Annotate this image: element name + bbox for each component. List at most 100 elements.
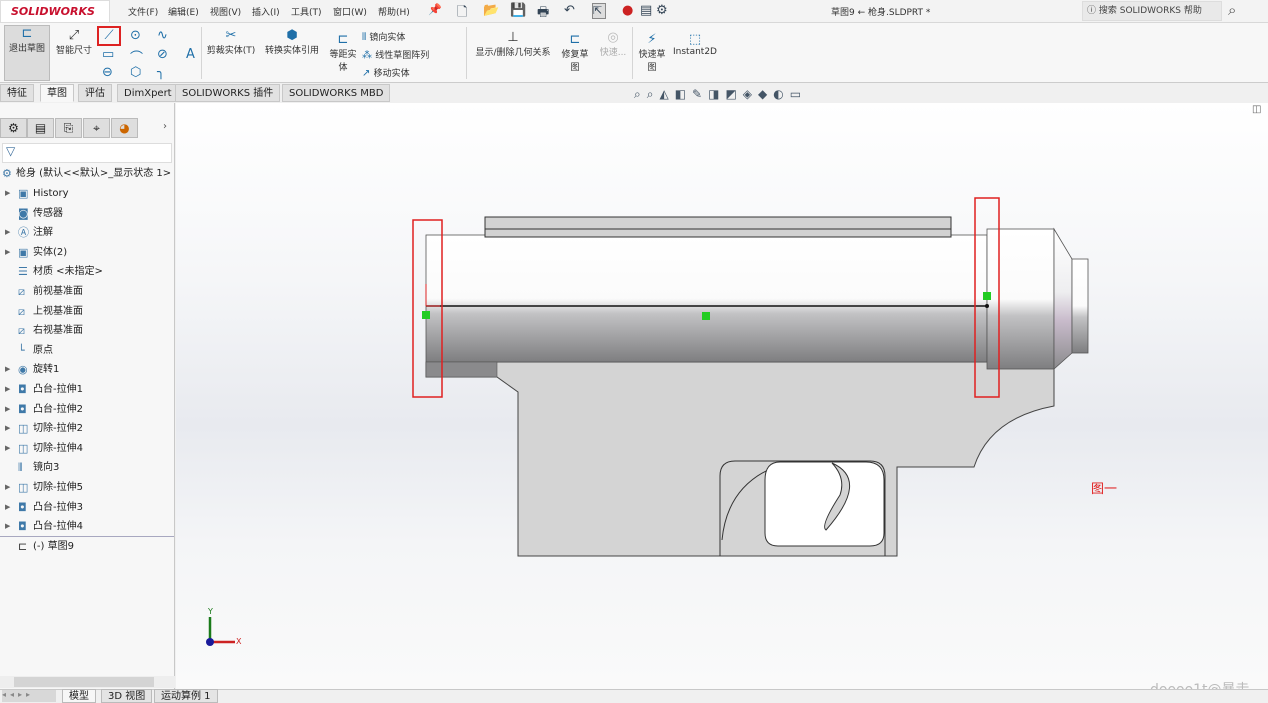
tree-item[interactable]: ▶ ▣ 实体(2) (0, 243, 175, 262)
tree-item[interactable]: ▶ ◫ 切除-拉伸5 (0, 478, 175, 497)
offset-entities-button[interactable]: ⊏ 等距实体 (328, 32, 358, 73)
tree-item[interactable]: ▶ ◉ 旋转1 (0, 360, 175, 379)
configuration-manager-tab-icon[interactable]: ⎘ (55, 118, 82, 138)
panel-expand-icon[interactable]: › (163, 121, 167, 132)
mirror-entities-button[interactable]: ⫴ 镜向实体 (362, 30, 405, 43)
undo-icon[interactable]: ↶ (564, 3, 575, 18)
menu-view[interactable]: 视图(V) (210, 5, 241, 18)
zoom-area-icon[interactable]: ⌕ (647, 87, 660, 101)
expand-arrow-icon[interactable]: ▶ (5, 478, 10, 497)
tree-filter-input[interactable]: ▽ (2, 143, 172, 163)
text-tool-icon[interactable]: A (186, 47, 195, 62)
tree-item[interactable]: ▶ Ⓐ 注解 (0, 223, 175, 242)
feature-manager-tab-icon[interactable]: ⚙ (0, 118, 27, 138)
repair-sketch-button[interactable]: ⊏ 修复草图 (559, 32, 591, 73)
move-entities-button[interactable]: ↗ 移动实体 (362, 66, 410, 79)
view-settings-icon[interactable]: ▭ (790, 87, 807, 101)
slot-tool-icon[interactable]: ⊖ (102, 65, 113, 80)
expand-arrow-icon[interactable]: ▶ (5, 419, 10, 438)
tree-item[interactable]: ▶ ◘ 凸台-拉伸1 (0, 380, 175, 399)
expand-arrow-icon[interactable]: ▶ (5, 517, 10, 536)
exit-sketch-button[interactable]: ⊏ 退出草图 (4, 25, 50, 81)
tab-3d-view[interactable]: 3D 视图 (101, 689, 153, 703)
quick-snaps-button[interactable]: ◎ 快速... (597, 30, 629, 58)
tab-model[interactable]: 模型 (62, 689, 96, 703)
menu-tools[interactable]: 工具(T) (291, 5, 322, 18)
smart-dimension-button[interactable]: ⤢ 智能尺寸 (52, 28, 96, 56)
expand-arrow-icon[interactable]: ▶ (5, 360, 10, 379)
convert-entities-button[interactable]: ⬢ 转换实体引用 (262, 28, 322, 56)
hide-show-icon[interactable]: ◈ (743, 87, 758, 101)
tree-item[interactable]: └ 原点 (0, 341, 175, 360)
tab-dimxpert[interactable]: DimXpert (117, 84, 179, 102)
display-delete-relations-button[interactable]: ⊥ 显示/删除几何关系 (470, 30, 556, 58)
pin-icon[interactable]: 📌 (428, 3, 442, 16)
ellipse-tool-icon[interactable]: ⊘ (157, 47, 168, 62)
display-manager-tab-icon[interactable]: ◕ (111, 118, 138, 138)
new-file-icon[interactable]: 🗋 (457, 3, 467, 25)
tree-item[interactable]: ☰ 材质 <未指定> (0, 262, 175, 281)
appearance-icon[interactable]: ◆ (758, 87, 773, 101)
restore-panel-icon[interactable]: ◫ (1252, 104, 1261, 115)
linear-pattern-button[interactable]: ⁂ 线性草图阵列 (362, 48, 429, 61)
tree-item[interactable]: ⧄ 右视基准面 (0, 321, 175, 340)
open-file-icon[interactable]: 📂 (483, 3, 499, 18)
fillet-tool-icon[interactable]: ╮ (157, 65, 165, 80)
display-style-icon[interactable]: ◩ (725, 87, 742, 101)
expand-arrow-icon[interactable]: ▶ (5, 400, 10, 419)
expand-arrow-icon[interactable]: ▶ (5, 243, 10, 262)
expand-arrow-icon[interactable]: ▶ (5, 380, 10, 399)
tree-item[interactable]: ▶ ◘ 凸台-拉伸2 (0, 400, 175, 419)
print-icon[interactable]: 🖶 (537, 3, 549, 25)
menu-insert[interactable]: 插入(I) (252, 5, 280, 18)
rapid-sketch-button[interactable]: ⚡ 快速草图 (635, 32, 669, 73)
dimxpert-manager-tab-icon[interactable]: ⌖ (83, 118, 110, 138)
menu-window[interactable]: 窗口(W) (333, 5, 367, 18)
dynamic-annotation-icon[interactable]: ✎ (692, 87, 708, 101)
tab-sketch[interactable]: 草图 (40, 84, 74, 102)
spline-tool-icon[interactable]: ∿ (157, 28, 168, 43)
trim-entities-button[interactable]: ✂ 剪裁实体(T) (204, 28, 258, 56)
line-tool-icon[interactable]: ⟋ (97, 26, 121, 46)
previous-view-icon[interactable]: ◭ (659, 87, 674, 101)
panel-horizontal-scrollbar[interactable] (0, 676, 175, 688)
menu-help[interactable]: 帮助(H) (378, 5, 410, 18)
tab-motion-study[interactable]: 运动算例 1 (154, 689, 218, 703)
graphics-area[interactable]: Y X 图一 ◫ doooo1t@暴走 (176, 103, 1268, 698)
search-icon[interactable]: ⌕ (1228, 1, 1236, 19)
menu-file[interactable]: 文件(F) (128, 5, 158, 18)
tab-evaluate[interactable]: 评估 (78, 84, 112, 102)
tree-item[interactable]: ▶ ◫ 切除-拉伸4 (0, 439, 175, 458)
tab-addins[interactable]: SOLIDWORKS 插件 (175, 84, 281, 102)
heads-up-view-toolbar[interactable]: ⌕⌕◭◧✎◨◩◈◆◐▭ (634, 87, 807, 102)
tab-scroll-arrows[interactable]: ◂◂▸▸ (2, 690, 56, 702)
tab-features[interactable]: 特征 (0, 84, 34, 102)
arc-tool-icon[interactable]: ⌒ (130, 47, 143, 66)
expand-arrow-icon[interactable]: ▶ (5, 439, 10, 458)
tree-item[interactable]: ⧄ 前视基准面 (0, 282, 175, 301)
scene-icon[interactable]: ◐ (773, 87, 789, 101)
save-icon[interactable]: 💾 (510, 3, 526, 18)
expand-arrow-icon[interactable]: ▶ (5, 223, 10, 242)
tree-item[interactable]: ▶ ◘ 凸台-拉伸4 (0, 517, 175, 536)
expand-arrow-icon[interactable]: ▶ (5, 184, 10, 203)
instant2d-button[interactable]: ⬚ Instant2D (672, 32, 718, 57)
help-search-input[interactable]: ⓘ 搜索 SOLIDWORKS 帮助 (1082, 1, 1222, 21)
menu-edit[interactable]: 编辑(E) (168, 5, 199, 18)
file-properties-icon[interactable]: ▤ (640, 3, 652, 18)
tree-item[interactable]: ◙ 传感器 (0, 204, 175, 223)
tree-item[interactable]: ⧄ 上视基准面 (0, 302, 175, 321)
zoom-to-fit-icon[interactable]: ⌕ (634, 87, 647, 101)
polygon-tool-icon[interactable]: ⬡ (130, 65, 141, 80)
rectangle-tool-icon[interactable]: ▭ (102, 47, 114, 62)
circle-tool-icon[interactable]: ⊙ (130, 28, 141, 43)
select-icon[interactable]: ⇱ (592, 3, 606, 19)
section-view-icon[interactable]: ◧ (675, 87, 692, 101)
tree-item[interactable]: ▶ ▣ History (0, 184, 175, 203)
tree-item[interactable]: ▶ ◘ 凸台-拉伸3 (0, 498, 175, 517)
property-manager-tab-icon[interactable]: ▤ (27, 118, 54, 138)
solidworks-logo[interactable]: SOLIDWORKS (0, 0, 110, 23)
tree-item-sketch9[interactable]: ⊏ (-) 草图9 (0, 537, 175, 556)
options-gear-icon[interactable]: ⚙ (656, 3, 668, 18)
tree-item[interactable]: ▶ ◫ 切除-拉伸2 (0, 419, 175, 438)
